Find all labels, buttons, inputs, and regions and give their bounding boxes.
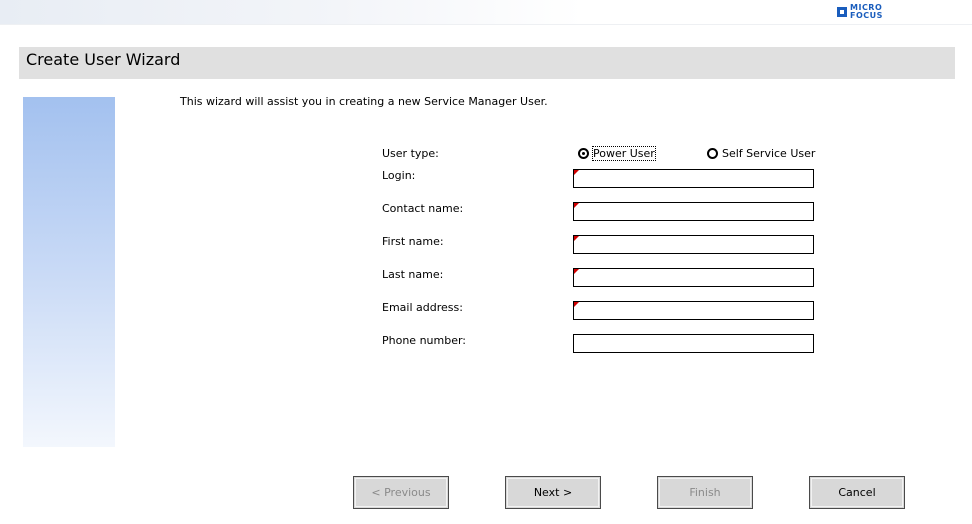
login-field[interactable] <box>573 169 814 188</box>
logo-text-line2: FOCUS <box>850 11 883 20</box>
cancel-button[interactable]: Cancel <box>809 476 905 509</box>
contact-name-label: Contact name: <box>382 202 464 215</box>
first-name-field[interactable] <box>573 235 814 254</box>
first-name-label: First name: <box>382 235 444 248</box>
last-name-field[interactable] <box>573 268 814 287</box>
phone-number-label: Phone number: <box>382 334 467 347</box>
finish-button[interactable]: Finish <box>657 476 753 509</box>
self-service-user-radio[interactable]: Self Service User <box>707 147 815 160</box>
contact-name-field[interactable] <box>573 202 814 221</box>
phone-number-field[interactable] <box>573 334 814 353</box>
self-service-user-label: Self Service User <box>722 147 816 160</box>
email-address-field[interactable] <box>573 301 814 320</box>
previous-button[interactable]: < Previous <box>353 476 449 509</box>
page-title: Create User Wizard <box>26 50 181 69</box>
wizard-side-panel <box>23 97 115 447</box>
radio-unchecked-icon <box>707 148 718 159</box>
last-name-label: Last name: <box>382 268 444 281</box>
user-type-label: User type: <box>382 147 439 160</box>
micro-focus-logo: MICRO FOCUS <box>837 3 883 21</box>
next-button[interactable]: Next > <box>505 476 601 509</box>
wizard-intro-text: This wizard will assist you in creating … <box>180 95 548 108</box>
logo-mark-icon <box>837 7 847 17</box>
login-label: Login: <box>382 169 416 182</box>
email-address-label: Email address: <box>382 301 463 314</box>
wizard-title-bar: Create User Wizard <box>19 47 955 79</box>
power-user-label: Power User <box>592 146 656 161</box>
power-user-radio[interactable]: Power User <box>578 146 656 161</box>
top-header-bar <box>0 0 972 25</box>
radio-checked-icon <box>578 148 589 159</box>
